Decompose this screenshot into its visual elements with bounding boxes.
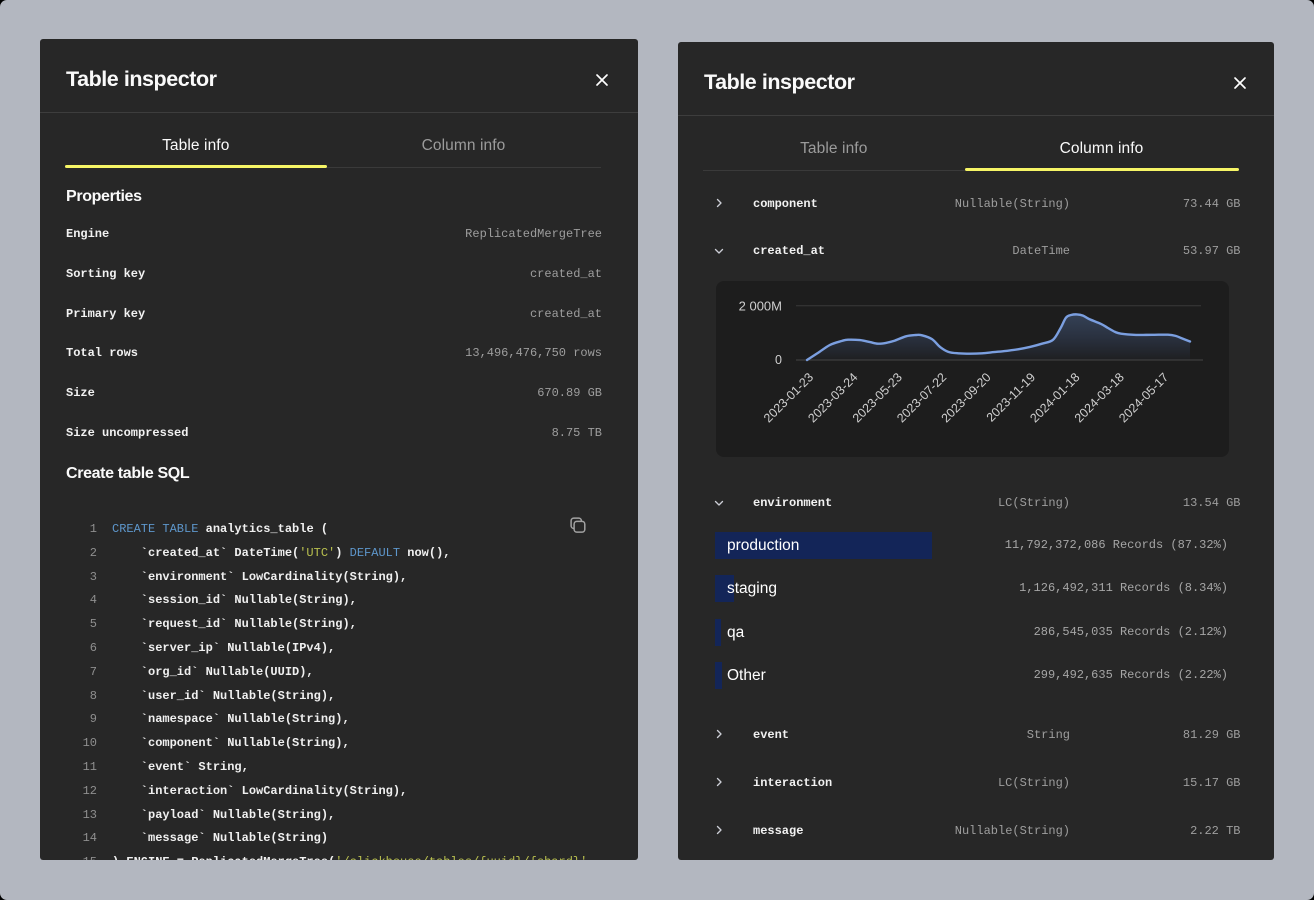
svg-text:2 000M: 2 000M bbox=[739, 299, 782, 314]
svg-text:0: 0 bbox=[775, 353, 782, 367]
